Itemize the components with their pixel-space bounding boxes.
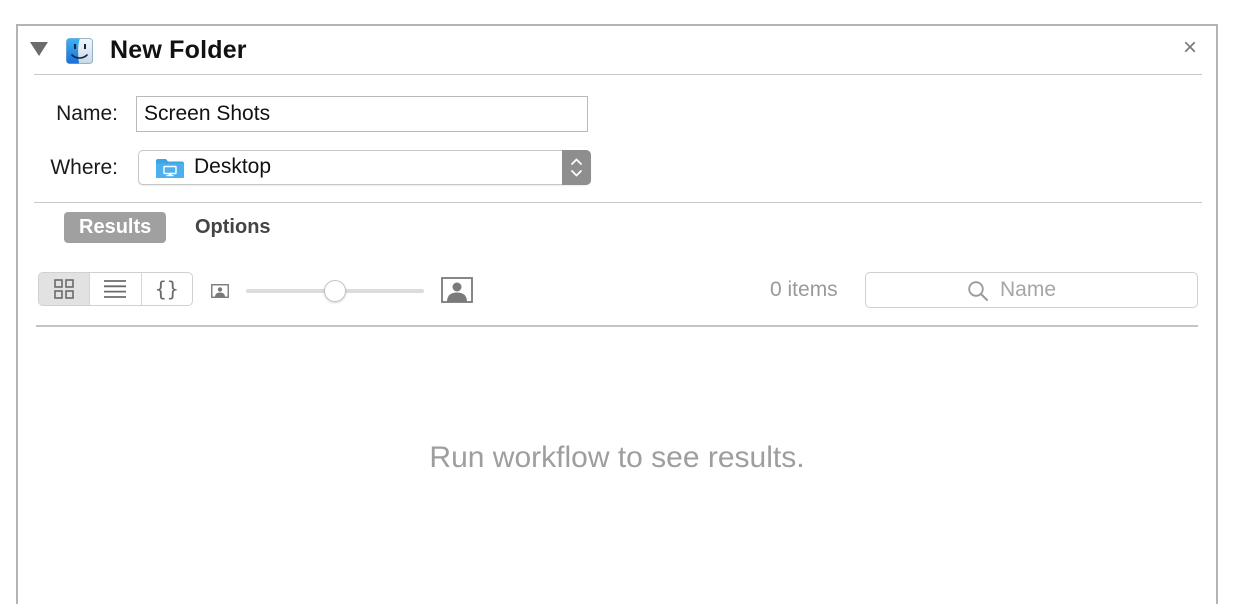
small-thumbnail-icon — [211, 284, 229, 298]
close-icon: × — [1182, 34, 1197, 61]
name-label: Name: — [56, 102, 118, 125]
json-view-button[interactable]: {} — [142, 273, 192, 305]
where-popup-button[interactable]: Desktop — [138, 150, 591, 185]
json-view-icon: {} — [154, 277, 179, 301]
icon-view-button[interactable] — [39, 273, 91, 305]
where-value: Desktop — [194, 155, 272, 178]
list-view-icon — [104, 280, 127, 298]
results-area: Run workflow to see results. — [36, 327, 1198, 587]
header-divider — [34, 74, 1202, 75]
where-label: Where: — [50, 156, 118, 179]
thumbnail-size-slider[interactable] — [246, 280, 424, 302]
action-title: New Folder — [110, 36, 247, 64]
item-count: 0 items — [770, 278, 838, 301]
empty-results-message: Run workflow to see results. — [429, 441, 805, 474]
chevron-up-down-icon — [571, 158, 582, 177]
large-thumbnail-icon — [441, 277, 473, 303]
view-mode-segmented-control: {} — [38, 272, 193, 306]
finder-icon — [66, 38, 93, 64]
tab-options[interactable]: Options — [180, 212, 286, 243]
popup-stepper[interactable] — [562, 150, 591, 185]
disclosure-triangle-icon[interactable] — [30, 42, 48, 56]
desktop-folder-icon — [156, 159, 184, 178]
search-icon — [968, 281, 988, 301]
form-divider — [34, 202, 1202, 203]
action-header: New Folder × — [18, 26, 1216, 76]
slider-knob[interactable] — [324, 280, 346, 302]
new-folder-action-panel: New Folder × Name: Where: Desktop Result… — [16, 24, 1218, 604]
search-field[interactable] — [865, 272, 1198, 308]
list-view-button[interactable] — [90, 273, 142, 305]
tab-results[interactable]: Results — [64, 212, 167, 243]
close-button[interactable]: × — [1178, 36, 1202, 60]
name-field[interactable] — [136, 96, 588, 132]
icon-view-icon — [54, 279, 74, 299]
search-input[interactable] — [1000, 276, 1180, 304]
